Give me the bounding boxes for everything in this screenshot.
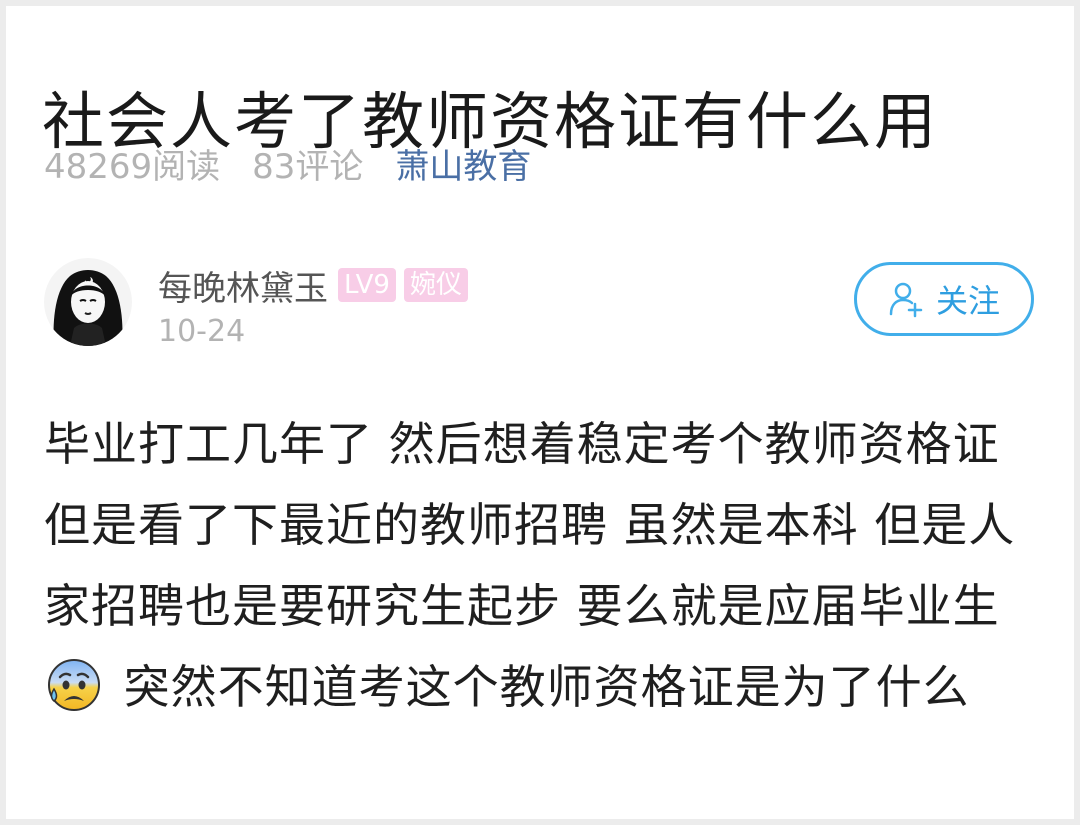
read-count: 48269阅读: [44, 146, 221, 187]
post-body: 毕业打工几年了 然后想着稳定考个教师资格证 但是看了下最近的教师招聘 虽然是本科…: [44, 404, 1044, 738]
post-text-part1: 毕业打工几年了 然后想着稳定考个教师资格证 但是看了下最近的教师招聘 虽然是本科…: [44, 417, 1016, 633]
source-link[interactable]: 萧山教育: [395, 139, 531, 188]
level-badge: LV9: [338, 268, 396, 302]
follow-button[interactable]: 关注: [854, 262, 1034, 336]
add-user-icon: [889, 282, 923, 318]
follow-label: 关注: [935, 282, 1000, 320]
author-line: 每晚林黛玉 LV9 婉仪: [158, 261, 476, 310]
author-name[interactable]: 每晚林黛玉: [158, 261, 328, 310]
comment-count[interactable]: 83评论: [252, 139, 363, 188]
avatar[interactable]: [44, 258, 132, 346]
title-badge: 婉仪: [403, 268, 468, 302]
post-date: 10-24: [158, 314, 246, 349]
post-text-part2: 突然不知道考这个教师资格证是为了什么: [108, 660, 970, 714]
anxious-face-with-sweat-icon: [46, 657, 102, 738]
article-meta: 48269阅读 83评论 萧山教育: [44, 139, 531, 188]
avatar-portrait-icon: [44, 258, 132, 346]
